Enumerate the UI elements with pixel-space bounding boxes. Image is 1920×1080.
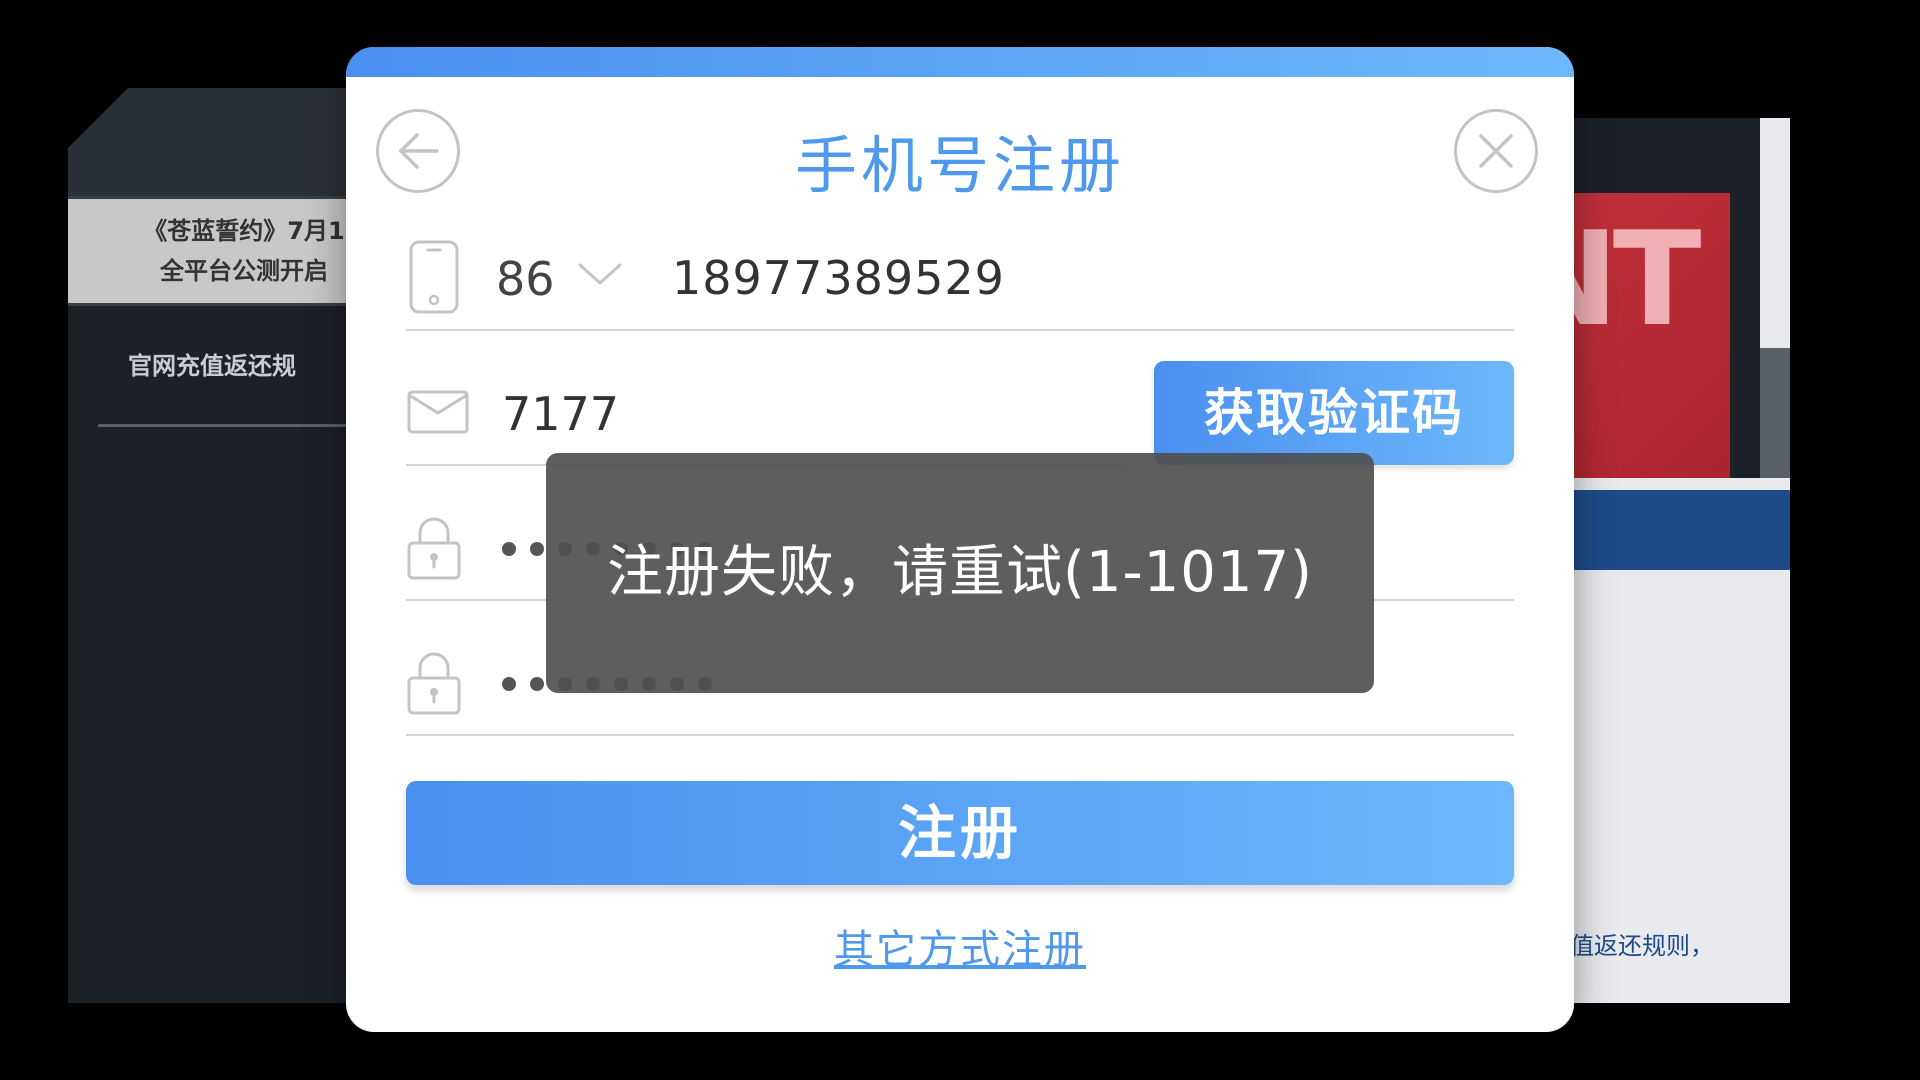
mask-dot bbox=[530, 542, 544, 556]
screen: 《苍蓝誓约》7月1 全平台公测开启 官网充值返还规 NT 值返还规则， 手机号注… bbox=[0, 0, 1920, 1080]
mask-dot bbox=[502, 677, 516, 691]
mobile-phone-icon bbox=[408, 239, 460, 315]
verification-code-input[interactable]: 7177 bbox=[502, 387, 619, 441]
confirm-password-row-underline bbox=[406, 734, 1514, 736]
close-button[interactable] bbox=[1454, 109, 1538, 193]
background-right-rule-text: 值返还规则， bbox=[1570, 932, 1714, 960]
error-toast: 注册失败，请重试(1-1017) bbox=[546, 453, 1374, 693]
dialog-title: 手机号注册 bbox=[794, 129, 1125, 202]
background-stripe bbox=[1760, 348, 1790, 478]
get-verification-code-button[interactable]: 获取验证码 bbox=[1154, 361, 1514, 465]
register-button[interactable]: 注册 bbox=[406, 781, 1514, 885]
other-register-methods-link[interactable]: 其它方式注册 bbox=[346, 917, 1574, 975]
country-code-select[interactable]: 86 bbox=[496, 252, 555, 306]
background-rule-text: 官网充值返还规 bbox=[128, 352, 296, 380]
lock-icon bbox=[406, 515, 462, 581]
lock-icon bbox=[406, 650, 462, 716]
chevron-down-icon[interactable] bbox=[576, 259, 624, 293]
envelope-icon bbox=[406, 389, 470, 435]
dialog-top-bar bbox=[346, 47, 1574, 77]
close-x-icon bbox=[1479, 134, 1513, 168]
mask-dot bbox=[530, 677, 544, 691]
mask-dot bbox=[502, 542, 516, 556]
phone-number-input[interactable]: 18977389529 bbox=[672, 251, 1005, 305]
phone-row-underline bbox=[406, 329, 1514, 331]
